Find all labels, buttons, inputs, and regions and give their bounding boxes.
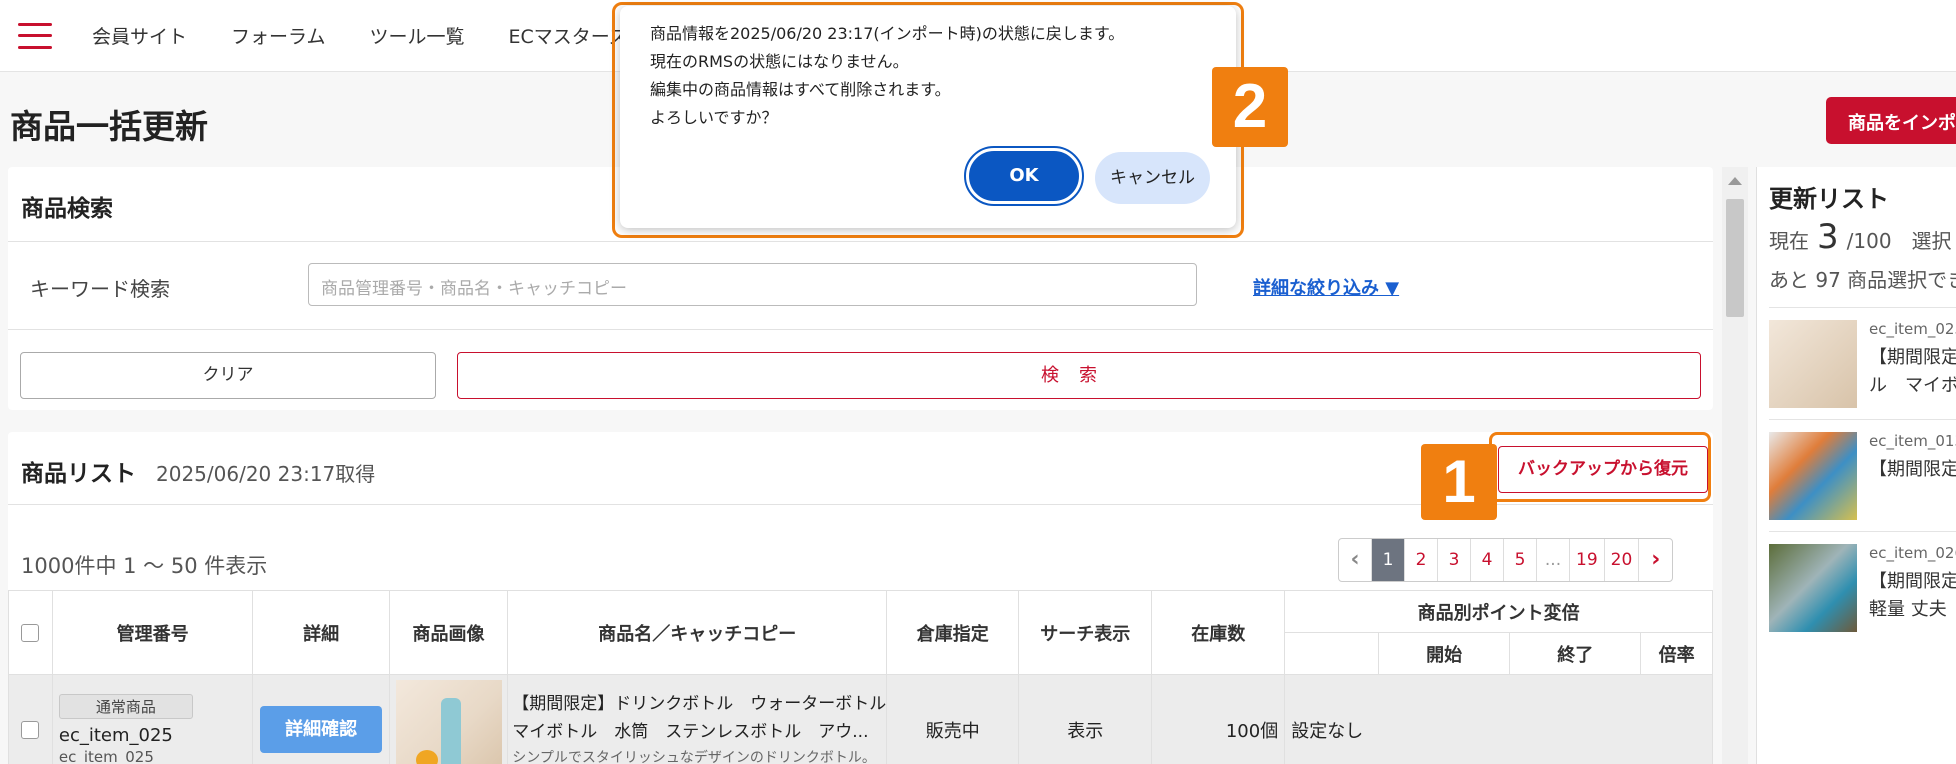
item-id: ec_item_025 (58, 724, 173, 746)
dialog-message: 商品情報を2025/06/20 23:17(インポート時)の状態に戻します。 現… (650, 20, 1124, 132)
col-warehouse: 倉庫指定 (886, 590, 1020, 675)
divider (8, 329, 1713, 330)
count-prefix: 現在 (1769, 229, 1809, 253)
search-display-value: 表示 (1018, 674, 1153, 764)
item-name: 【期間限定 軽量 丈夫 (1869, 571, 1956, 620)
scrollbar-thumb[interactable] (1726, 199, 1744, 317)
update-list-item[interactable]: ec_item_025 【期間限定 ル マイボト (1769, 307, 1956, 411)
dialog-line: 編集中の商品情報はすべて削除されます。 (650, 80, 951, 99)
item-id-sub: ec_item_025 (58, 747, 154, 764)
step-1-badge: 1 (1421, 444, 1497, 520)
divider (8, 241, 1713, 242)
col-end: 終了 (1509, 632, 1642, 675)
nav-item-forum[interactable]: フォーラム (231, 22, 325, 49)
advanced-filter-link[interactable]: 詳細な絞り込み ▼ (1253, 274, 1399, 300)
point-value: 設定なし (1284, 674, 1713, 764)
product-table: 管理番号 詳細 商品画像 商品名／キャッチコピー 倉庫指定 サーチ表示 在庫数 … (8, 590, 1713, 764)
page-button[interactable]: 2 (1405, 539, 1438, 581)
clear-button[interactable]: クリア (20, 352, 436, 399)
page-button[interactable]: 3 (1438, 539, 1471, 581)
product-name-line2: マイボトル 水筒 ステンレスボトル アウ... (512, 721, 869, 742)
nav-item-member-site[interactable]: 会員サイト (92, 22, 187, 49)
update-list-panel: 更新リスト 現在 3/100 選択 あと 97 商品選択でき ec_item_02… (1756, 167, 1956, 764)
row-checkbox[interactable] (21, 720, 40, 739)
remaining-count: あと 97 商品選択でき (1769, 268, 1956, 292)
product-name-line1: 【期間限定】ドリンクボトル ウォーターボトル (512, 693, 887, 714)
nav-item-tools[interactable]: ツール一覧 (369, 22, 464, 49)
item-code: ec_item_026 (1869, 544, 1956, 562)
item-name: 【期間限定 (1869, 459, 1956, 480)
search-button[interactable]: 検索 (457, 352, 1701, 399)
keyword-label: キーワード検索 (30, 277, 170, 301)
count-suffix: /100 選択 (1846, 229, 1952, 253)
col-name: 商品名／キャッチコピー (507, 590, 888, 675)
product-list-title: 商品リスト (21, 461, 136, 487)
scrollbar[interactable] (1722, 167, 1748, 764)
dialog-line: 現在のRMSの状態にはなりません。 (650, 52, 909, 71)
item-name: 【期間限定 ル マイボト (1869, 347, 1956, 396)
col-point-blank (1284, 632, 1380, 675)
col-start: 開始 (1378, 632, 1511, 675)
chevron-right-icon[interactable]: › (1639, 539, 1672, 581)
stock-value: 100個 (1151, 674, 1286, 764)
col-image: 商品画像 (388, 590, 509, 675)
col-rate: 倍率 (1640, 632, 1713, 675)
ok-button[interactable]: OK (964, 146, 1084, 206)
fetched-timestamp: 2025/06/20 23:17取得 (156, 462, 376, 486)
page-title: 商品一括更新 (10, 107, 208, 146)
col-point: 商品別ポイント変倍 (1284, 590, 1713, 633)
warehouse-value: 販売中 (886, 674, 1020, 764)
col-id: 管理番号 (51, 590, 254, 675)
dialog-line: よろしいですか？ (650, 108, 778, 127)
page-button[interactable]: 1 (1372, 539, 1405, 581)
result-count: 1000件中 1 〜 50 件表示 (21, 554, 268, 578)
product-image (395, 679, 502, 764)
confirm-dialog: 商品情報を2025/06/20 23:17(インポート時)の状態に戻します。 現… (620, 6, 1236, 228)
item-type-tag: 通常商品 (58, 693, 193, 719)
item-code: ec_item_025 (1869, 320, 1956, 338)
page-ellipsis: ... (1537, 539, 1570, 581)
page-button[interactable]: 4 (1471, 539, 1504, 581)
update-list-item[interactable]: ec_item_026 【期間限定 軽量 丈夫 (1769, 531, 1956, 635)
selected-count: 現在 3/100 選択 (1769, 217, 1952, 257)
page-button[interactable]: 20 (1605, 539, 1640, 581)
product-catch-copy: シンプルでスタイリッシュなデザインのドリンクボトル。 (512, 749, 876, 764)
search-title: 商品検索 (21, 196, 113, 222)
col-search-display: サーチ表示 (1018, 590, 1153, 675)
cancel-button[interactable]: キャンセル (1095, 152, 1210, 204)
pagination: ‹ 1 2 3 4 5 ... 19 20 › (1338, 538, 1674, 582)
col-stock: 在庫数 (1151, 590, 1286, 675)
update-list-item[interactable]: ec_item_013 【期間限定 (1769, 419, 1956, 523)
select-all-checkbox[interactable] (21, 623, 40, 642)
item-code: ec_item_013 (1869, 432, 1956, 450)
restore-highlight-frame (1489, 432, 1711, 502)
page-button[interactable]: 5 (1504, 539, 1537, 581)
import-button[interactable]: 商品をインポート (1826, 97, 1956, 144)
count-value: 3 (1817, 217, 1839, 257)
table-row: 通常商品 ec_item_025 ec_item_025 詳細確認 【期間限定】… (8, 674, 1713, 764)
menu-icon[interactable] (18, 22, 52, 49)
page-button[interactable]: 19 (1570, 539, 1605, 581)
step-2-badge: 2 (1212, 67, 1288, 147)
product-thumbnail (1769, 320, 1857, 408)
keyword-input[interactable]: 商品管理番号・商品名・キャッチコピー (308, 263, 1197, 306)
product-thumbnail (1769, 544, 1857, 632)
product-thumbnail (1769, 432, 1857, 520)
detail-button[interactable]: 詳細確認 (260, 706, 383, 753)
update-list-title: 更新リスト (1769, 185, 1889, 213)
chevron-left-icon[interactable]: ‹ (1339, 539, 1372, 581)
dialog-line: 商品情報を2025/06/20 23:17(インポート時)の状態に戻します。 (650, 24, 1125, 43)
scroll-up-icon[interactable] (1728, 177, 1742, 185)
col-detail: 詳細 (252, 590, 390, 675)
